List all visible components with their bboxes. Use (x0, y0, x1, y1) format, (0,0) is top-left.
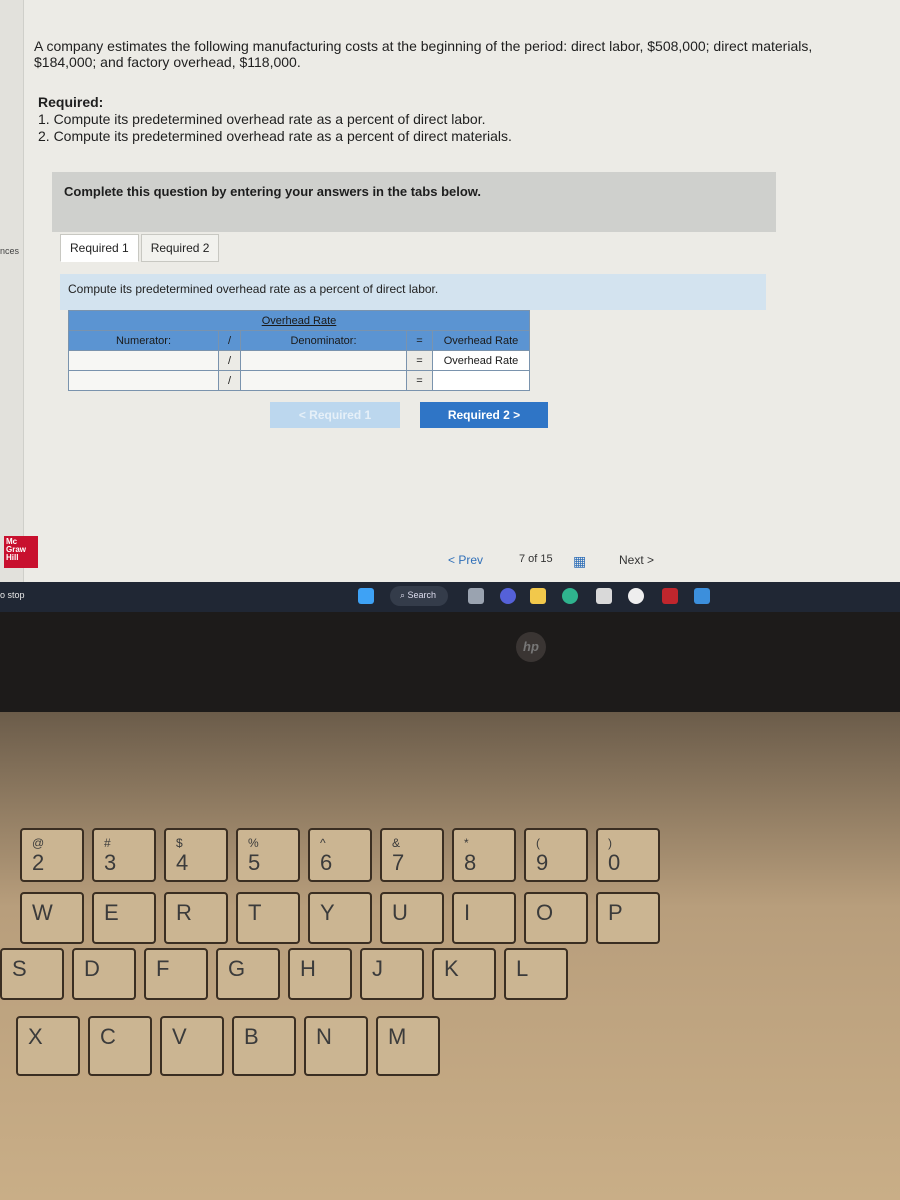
key-l[interactable]: L (504, 948, 568, 1000)
key-7[interactable]: & 7 (380, 828, 444, 882)
table-title: Overhead Rate (68, 310, 530, 331)
taskbar (0, 582, 900, 612)
result-cell: Overhead Rate (432, 350, 530, 371)
equals-sign: = (406, 370, 433, 391)
tab-required-2[interactable]: Required 2 (140, 234, 220, 262)
key-g[interactable]: G (216, 948, 280, 1000)
laptop-bezel (0, 612, 900, 712)
key-e[interactable]: E (92, 892, 156, 944)
key-d[interactable]: D (72, 948, 136, 1000)
prev-question-link[interactable]: < Prev (448, 553, 483, 567)
key-w[interactable]: W (20, 892, 84, 944)
key-9[interactable]: (9 (524, 828, 588, 882)
divide-sign: / (218, 370, 241, 391)
key-s[interactable]: S (0, 948, 64, 1000)
key-5[interactable]: % 5 (236, 828, 300, 882)
key-t[interactable]: T (236, 892, 300, 944)
divide-sign: / (218, 350, 241, 371)
required-item: 1. Compute its predetermined overhead ra… (38, 111, 486, 127)
left-panel (0, 0, 24, 582)
file-explorer-icon[interactable] (530, 588, 546, 604)
question-text: A company estimates the following manufa… (34, 38, 813, 70)
edge-browser-icon[interactable] (562, 588, 578, 604)
key-k[interactable]: K (432, 948, 496, 1000)
windows-start-icon[interactable] (358, 588, 374, 604)
sidebar-fragment[interactable]: o stop (0, 590, 25, 600)
key-n[interactable]: N (304, 1016, 368, 1076)
key-f[interactable]: F (144, 948, 208, 1000)
key-v[interactable]: V (160, 1016, 224, 1076)
key-o[interactable]: O (524, 892, 588, 944)
sidebar-fragment[interactable]: nces (0, 246, 19, 256)
key-b[interactable]: B (232, 1016, 296, 1076)
result-cell[interactable] (432, 370, 530, 391)
mcafee-icon[interactable] (662, 588, 678, 604)
key-r[interactable]: R (164, 892, 228, 944)
mail-icon[interactable] (694, 588, 710, 604)
chat-icon[interactable] (500, 588, 516, 604)
store-icon[interactable] (596, 588, 612, 604)
task-view-icon[interactable] (468, 588, 484, 604)
divide-header: / (218, 330, 241, 351)
key-6[interactable]: ^ 6 (308, 828, 372, 882)
key-x[interactable]: X (16, 1016, 80, 1076)
key-0[interactable]: ) 0 (596, 828, 660, 882)
key-p[interactable]: P (596, 892, 660, 944)
key-4[interactable]: $4 (164, 828, 228, 882)
requirements: Required: 1. Compute its predetermined o… (38, 94, 512, 145)
taskbar-search[interactable]: ⌕ Search (390, 586, 448, 606)
key-c[interactable]: C (88, 1016, 152, 1076)
required-title: Required: (38, 94, 104, 110)
prev-required-button[interactable]: < Required 1 (270, 402, 400, 428)
denominator-input[interactable] (240, 370, 407, 391)
key-m[interactable]: M (376, 1016, 440, 1076)
tab-required-1[interactable]: Required 1 (60, 234, 139, 262)
result-header: Overhead Rate (432, 330, 530, 351)
key-8[interactable]: * 8 (452, 828, 516, 882)
next-question-link[interactable]: Next > (619, 553, 654, 567)
required-item: 2. Compute its predetermined overhead ra… (38, 128, 512, 144)
numerator-input[interactable] (68, 370, 219, 391)
key-h[interactable]: H (288, 948, 352, 1000)
search-label: Search (407, 590, 437, 600)
question-position: 7 of 15 (519, 553, 553, 565)
key-3[interactable]: #3 (92, 828, 156, 882)
key-y[interactable]: Y (308, 892, 372, 944)
denominator-input[interactable] (240, 350, 407, 371)
numerator-input[interactable] (68, 350, 219, 371)
app-icon[interactable] (628, 588, 644, 604)
tab-instruction: Compute its predetermined overhead rate … (60, 274, 766, 310)
hp-logo: hp (516, 632, 546, 662)
equals-header: = (406, 330, 433, 351)
numerator-header: Numerator: (68, 330, 219, 351)
key-j[interactable]: J (360, 948, 424, 1000)
browser-screen: nces A company estimates the following m… (0, 0, 900, 582)
key-2[interactable]: @2 (20, 828, 84, 882)
denominator-header: Denominator: (240, 330, 407, 351)
overhead-rate-table: Overhead Rate Numerator: / Denominator: … (68, 310, 530, 391)
next-required-button[interactable]: Required 2 > (420, 402, 548, 428)
key-u[interactable]: U (380, 892, 444, 944)
instructions-banner: Complete this question by entering your … (52, 172, 776, 232)
key-i[interactable]: I (452, 892, 516, 944)
mcgraw-hill-logo: Mc Graw Hill (4, 536, 38, 568)
equals-sign: = (406, 350, 433, 371)
grid-icon[interactable]: ▦ (573, 553, 586, 570)
tab-bar: Required 1 Required 2 (60, 234, 221, 262)
